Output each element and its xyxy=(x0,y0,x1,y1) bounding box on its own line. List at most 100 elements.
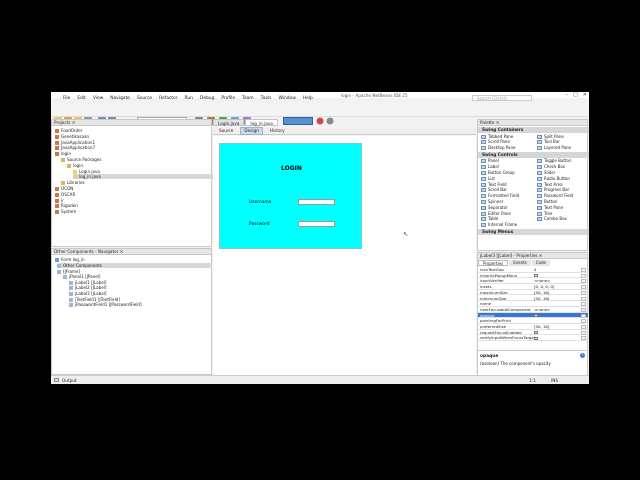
navigator-item[interactable]: Other Components xyxy=(57,263,212,268)
property-editor-button[interactable] xyxy=(581,268,586,272)
palette-item[interactable]: Text Field xyxy=(481,182,507,187)
palette-item[interactable]: Text Area xyxy=(537,182,563,187)
menu-item-help[interactable]: Help xyxy=(303,96,313,101)
palette-item[interactable]: Tabbed Pane xyxy=(481,134,513,139)
property-editor-button[interactable] xyxy=(581,302,586,307)
palette-item[interactable]: Toggle Button xyxy=(537,158,572,164)
project-tree-item[interactable]: Login.java xyxy=(73,169,100,174)
tab-history[interactable]: History xyxy=(267,128,288,134)
palette-item[interactable]: Panel xyxy=(481,158,499,164)
property-editor-button[interactable] xyxy=(581,290,586,295)
navigator-item[interactable]: jPanel1 [JPanel] xyxy=(63,274,101,280)
property-checkbox[interactable] xyxy=(534,313,538,318)
palette-item[interactable]: Label xyxy=(481,164,499,170)
projects-tab[interactable]: Projects ✕ xyxy=(52,120,211,126)
output-tab[interactable]: Output xyxy=(62,378,77,383)
property-editor-button[interactable] xyxy=(581,330,586,335)
project-tree-item[interactable]: OCON xyxy=(55,186,73,191)
palette-item[interactable]: Desktop Pane xyxy=(481,145,515,151)
project-tree-item[interactable]: Source Packages xyxy=(61,157,101,162)
project-tree-item[interactable]: ir xyxy=(55,198,64,203)
palette-item[interactable]: Editor Pane xyxy=(481,211,511,216)
menu-item-run[interactable]: Run xyxy=(185,96,193,101)
editor-tab[interactable]: log_in.java xyxy=(245,119,278,126)
palette-category[interactable]: Swing Menus xyxy=(478,229,589,235)
login-title-label[interactable]: LOGIN xyxy=(281,165,302,172)
project-tree-item[interactable]: System xyxy=(55,209,76,215)
palette-item[interactable]: Combo Box xyxy=(537,216,567,222)
palette-item[interactable]: Layered Pane xyxy=(537,145,571,151)
project-tree-item[interactable]: Rigodon xyxy=(55,203,78,209)
username-label[interactable]: Username xyxy=(249,200,271,205)
navigator-form[interactable]: Form log_in xyxy=(55,257,85,262)
palette-item[interactable]: Scroll Pane xyxy=(481,139,510,145)
project-tree-item[interactable]: JavaApplication1 xyxy=(55,140,95,145)
menu-item-refactor[interactable]: Refactor xyxy=(159,96,177,101)
menu-item-profile[interactable]: Profile xyxy=(221,96,235,101)
output-icon[interactable] xyxy=(54,378,59,382)
property-editor-button[interactable] xyxy=(581,285,586,290)
menu-item-view[interactable]: View xyxy=(93,96,103,101)
password-label[interactable]: Password xyxy=(249,222,270,227)
palette-item[interactable]: Formatted Field xyxy=(481,193,519,199)
navigator-tab[interactable]: Other Components - Navigator ✕ xyxy=(52,249,211,255)
palette-item[interactable]: List xyxy=(481,176,495,181)
project-tree-item[interactable]: FoodOrder xyxy=(55,128,82,133)
tab-design[interactable]: Design xyxy=(240,127,263,135)
palette-item[interactable]: Radio Button xyxy=(537,176,570,181)
palette-item[interactable]: Tree xyxy=(537,211,552,216)
tab-source[interactable]: Source xyxy=(216,128,236,134)
palette-item[interactable]: Internal Frame xyxy=(481,222,517,228)
properties-tab[interactable]: jLabel3 [JLabel] - Properties ✕ xyxy=(478,253,587,259)
property-value[interactable] xyxy=(534,335,538,341)
property-editor-button[interactable] xyxy=(581,273,586,278)
navigator-item[interactable]: [JFrame] xyxy=(57,269,80,274)
project-tree-item[interactable]: Genetikasaan xyxy=(55,134,89,139)
palette-category[interactable]: Swing Containers xyxy=(478,127,589,133)
palette-item[interactable]: Separator xyxy=(481,205,508,210)
help-icon[interactable]: ? xyxy=(580,353,585,358)
editor-tab[interactable]: Login.java xyxy=(213,119,245,126)
property-checkbox[interactable] xyxy=(534,273,538,278)
menu-item-tools[interactable]: Tools xyxy=(261,96,272,101)
design-canvas[interactable]: LOGIN Username Password xyxy=(213,136,476,375)
project-tree-item[interactable]: Libraries xyxy=(61,180,85,186)
search-input[interactable]: Search (Ctrl+I) xyxy=(472,95,532,101)
palette-tab[interactable]: Palette ✕ xyxy=(478,120,587,126)
palette-item[interactable]: Spinner xyxy=(481,199,503,204)
project-tree-item[interactable]: JavaApplication7 xyxy=(55,145,95,151)
palette-item[interactable]: Check Box xyxy=(537,164,565,170)
palette-item[interactable]: Button xyxy=(537,199,557,204)
property-editor-button[interactable] xyxy=(581,279,586,284)
navigator-item[interactable]: jLabel2 [JLabel] xyxy=(69,285,107,291)
palette-item[interactable]: Password Field xyxy=(537,193,573,199)
palette-item[interactable]: Slider xyxy=(537,170,555,175)
menu-item-navigate[interactable]: Navigate xyxy=(110,96,130,101)
property-editor-button[interactable] xyxy=(581,313,586,318)
project-tree-item[interactable]: OSCAR xyxy=(55,192,75,197)
gc-icon[interactable] xyxy=(316,117,324,125)
palette-item[interactable]: Button Group xyxy=(481,170,515,175)
property-editor-button[interactable] xyxy=(581,319,586,324)
palette-item[interactable]: Text Pane xyxy=(537,205,563,210)
project-tree-item[interactable]: login xyxy=(67,163,83,168)
navigator-item[interactable]: jLabel1 [JLabel] xyxy=(69,280,107,285)
palette-item[interactable]: Tool Bar xyxy=(537,139,560,145)
property-row[interactable]: verifyInputWhenFocusTarget xyxy=(478,335,588,342)
property-editor-button[interactable] xyxy=(581,325,586,329)
memory-graph[interactable] xyxy=(283,117,313,125)
project-tree-item[interactable]: log_in.java xyxy=(73,174,213,180)
property-checkbox[interactable] xyxy=(534,330,538,335)
tab-properties[interactable]: Properties xyxy=(478,260,509,266)
snapshot-icon[interactable] xyxy=(326,117,334,125)
project-tree-item[interactable]: login xyxy=(55,151,71,157)
menu-item-window[interactable]: Window xyxy=(278,96,295,101)
navigator-item[interactable]: jPasswordField1 [JPasswordField] xyxy=(69,302,142,308)
menu-item-debug[interactable]: Debug xyxy=(200,96,214,101)
menu-item-file[interactable]: File xyxy=(63,96,70,101)
tab-code[interactable]: Code xyxy=(531,260,551,266)
menu-item-edit[interactable]: Edit xyxy=(77,96,86,101)
navigator-item[interactable]: jTextField1 [JTextField] xyxy=(69,297,120,302)
palette-item[interactable]: Progress Bar xyxy=(537,187,569,193)
palette-category[interactable]: Swing Controls xyxy=(478,151,589,158)
